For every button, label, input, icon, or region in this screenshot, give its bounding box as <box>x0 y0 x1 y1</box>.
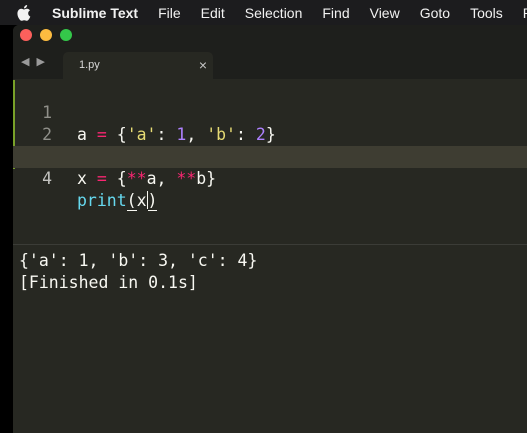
editor-window: ◀ ▶ 1.py × 1 a = {'a': 1, 'b': 2} 2 b = … <box>13 25 527 433</box>
tab-bar: ◀ ▶ 1.py × <box>13 46 527 79</box>
menu-view[interactable]: View <box>370 5 400 21</box>
window-minimize-button[interactable] <box>40 29 52 41</box>
code-editor[interactable]: 1 a = {'a': 1, 'b': 2} 2 b = {'b': 3, 'c… <box>13 79 527 244</box>
apple-icon[interactable] <box>17 4 31 21</box>
app-name-menu[interactable]: Sublime Text <box>52 5 138 21</box>
title-bar <box>13 25 527 46</box>
code-line: 2 b = {'b': 3, 'c': 4} <box>13 102 276 166</box>
code-line-current: 4 print(x) <box>13 146 527 211</box>
menu-selection[interactable]: Selection <box>245 5 303 21</box>
code-text: print(x) <box>77 191 158 211</box>
output-line: [Finished in 0.1s] <box>19 273 198 292</box>
code-line: 3 x = {**a, **b} <box>13 124 216 188</box>
code-text: a = {'a': 1, 'b': 2} <box>77 125 276 144</box>
tab-1-py[interactable]: 1.py × <box>63 52 213 79</box>
menu-file[interactable]: File <box>158 5 181 21</box>
menu-project-truncated[interactable]: P <box>523 5 527 21</box>
code-line: 1 a = {'a': 1, 'b': 2} <box>13 80 276 144</box>
menu-goto[interactable]: Goto <box>420 5 450 21</box>
menu-edit[interactable]: Edit <box>201 5 225 21</box>
tab-label: 1.py <box>79 59 100 71</box>
window-zoom-button[interactable] <box>60 29 72 41</box>
menu-tools[interactable]: Tools <box>470 5 503 21</box>
line-number: 4 <box>42 169 52 188</box>
menu-find[interactable]: Find <box>322 5 349 21</box>
close-icon[interactable]: × <box>199 57 207 73</box>
menu-bar: Sublime Text File Edit Selection Find Vi… <box>0 0 527 25</box>
output-line: {'a': 1, 'b': 3, 'c': 4} <box>19 251 258 270</box>
tab-nav-arrows[interactable]: ◀ ▶ <box>21 55 47 68</box>
window-close-button[interactable] <box>20 29 32 41</box>
code-text: x = {**a, **b} <box>77 169 217 188</box>
build-output-panel[interactable]: {'a': 1, 'b': 3, 'c': 4} [Finished in 0.… <box>13 245 527 433</box>
